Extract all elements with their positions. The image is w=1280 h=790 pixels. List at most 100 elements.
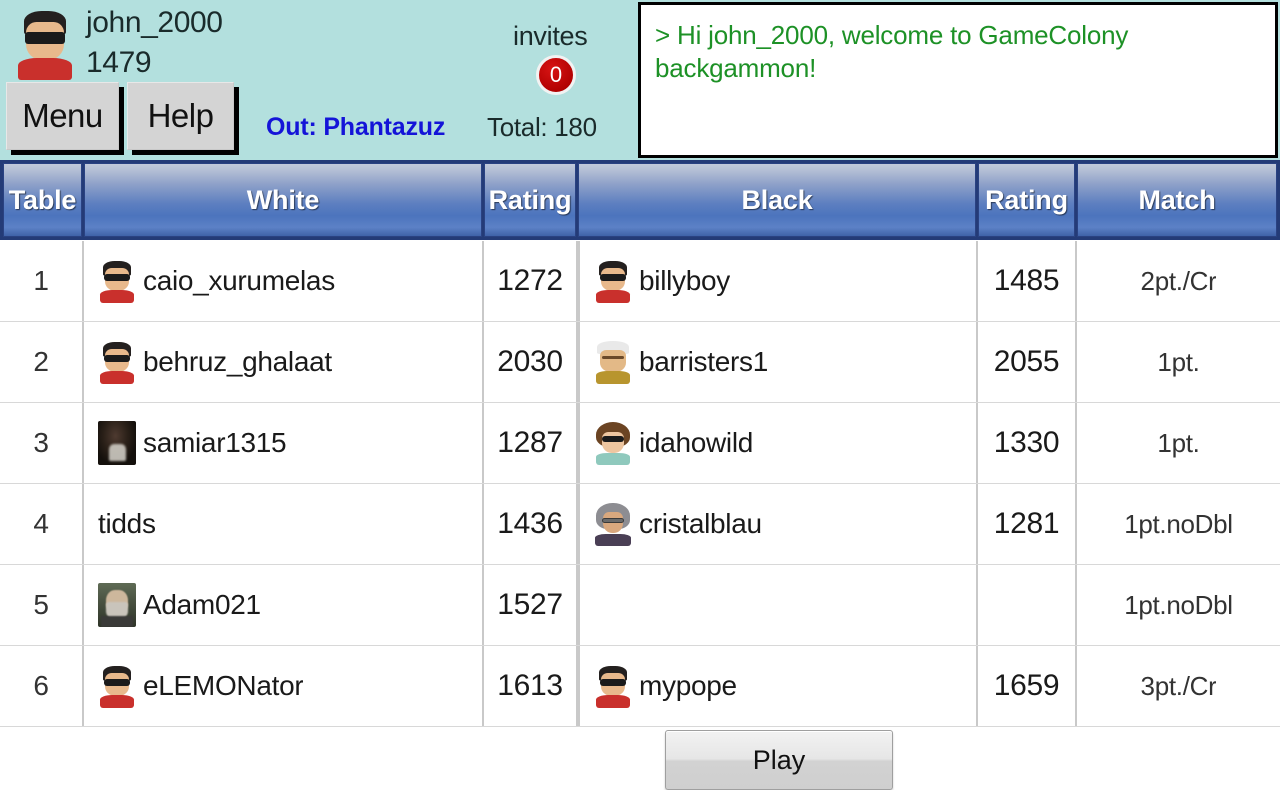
cell-text: 2pt./Cr (1140, 265, 1217, 296)
cell-white-rating[interactable]: 1613 (484, 646, 578, 726)
dude-sunglasses-avatar (594, 664, 632, 708)
cell-text: 3 (33, 427, 49, 458)
cell-table[interactable]: 2 (0, 322, 82, 402)
cell-text: 2055 (993, 345, 1060, 378)
play-button[interactable]: Play (665, 730, 893, 790)
cell-match[interactable]: 1pt. (1077, 403, 1280, 483)
cell-match[interactable]: 1pt.noDbl (1077, 484, 1280, 564)
cell-text: 1272 (497, 264, 563, 297)
cell-text: 1527 (497, 588, 563, 621)
cell-text: 2 (33, 346, 49, 377)
dude-sunglasses-avatar (98, 259, 136, 303)
current-username: john_2000 (86, 6, 223, 39)
cell-text: 1281 (993, 507, 1060, 540)
cell-white-rating[interactable]: 1527 (484, 565, 578, 645)
cell-text: tidds (98, 508, 156, 539)
user-info-block: john_2000 1479 (8, 4, 478, 84)
table-row[interactable]: 1 caio_xurumelas 1272 billyboy 1485 2pt./Cr (0, 241, 1280, 322)
cell-match[interactable]: 2pt./Cr (1077, 241, 1280, 321)
top-status-bar: john_2000 1479 Menu Help Out: Phantazuz … (0, 0, 1280, 160)
cell-black-rating[interactable]: 1330 (978, 403, 1077, 483)
cell-white[interactable]: samiar1315 (82, 403, 484, 483)
cell-match[interactable]: 1pt.noDbl (1077, 565, 1280, 645)
cell-text: 1 (33, 265, 49, 296)
table-header-row: Table White Rating Black Rating Match (0, 160, 1280, 240)
cell-text: 1436 (497, 507, 563, 540)
chat-panel[interactable]: > Hi john_2000, welcome to GameColony ba… (638, 2, 1278, 158)
column-header-match[interactable]: Match (1077, 163, 1277, 237)
table-row[interactable]: 6 eLEMONator 1613 mypope 1659 3pt./Cr (0, 646, 1280, 727)
table-row[interactable]: 3 samiar1315 1287 idahowild 1330 1pt. (0, 403, 1280, 484)
cell-text: billyboy (639, 265, 730, 296)
cell-black[interactable]: billyboy (578, 241, 978, 321)
cell-text: behruz_ghalaat (143, 346, 332, 377)
cell-white-rating[interactable]: 1436 (484, 484, 578, 564)
cell-text: 1pt.noDbl (1124, 589, 1233, 620)
total-players-label: Total: 180 (487, 112, 597, 142)
gray-woman-avatar (594, 502, 632, 546)
cell-text: 1pt.noDbl (1124, 508, 1233, 539)
cell-text: 1485 (993, 264, 1060, 297)
chat-message: > Hi john_2000, welcome to GameColony ba… (655, 20, 1129, 84)
cell-text: cristalblau (639, 508, 762, 539)
photo-man-avatar (98, 583, 136, 627)
cell-black[interactable]: cristalblau (578, 484, 978, 564)
column-header-black[interactable]: Black (578, 163, 976, 237)
cell-text: Adam021 (143, 589, 261, 620)
cell-table[interactable]: 6 (0, 646, 82, 726)
cell-black-rating[interactable]: 1281 (978, 484, 1077, 564)
cell-black[interactable]: idahowild (578, 403, 978, 483)
table-row[interactable]: 2 behruz_ghalaat 2030 barristers1 2055 1pt. (0, 322, 1280, 403)
invites-count-badge[interactable]: 0 (536, 55, 576, 95)
out-player-label[interactable]: Out: Phantazuz (266, 113, 445, 142)
cell-white[interactable]: tidds (82, 484, 484, 564)
photo-dark-avatar (98, 421, 136, 465)
cell-white[interactable]: Adam021 (82, 565, 484, 645)
cell-white[interactable]: behruz_ghalaat (82, 322, 484, 402)
cell-white-rating[interactable]: 1287 (484, 403, 578, 483)
cell-text: 1330 (993, 426, 1060, 459)
cell-match[interactable]: 1pt. (1077, 322, 1280, 402)
table-row[interactable]: 4 tidds 1436 cristalblau 1281 1pt.noDbl (0, 484, 1280, 565)
cell-black-rating[interactable]: 1659 (978, 646, 1077, 726)
cell-text: 5 (33, 589, 49, 620)
current-user-rating: 1479 (86, 46, 152, 79)
cell-black-rating[interactable]: 1485 (978, 241, 1077, 321)
cell-text: 1659 (993, 669, 1060, 702)
cell-black[interactable] (578, 565, 978, 645)
cell-table[interactable]: 3 (0, 403, 82, 483)
cell-table[interactable]: 5 (0, 565, 82, 645)
cell-white-rating[interactable]: 2030 (484, 322, 578, 402)
cell-black[interactable]: mypope (578, 646, 978, 726)
cell-white-rating[interactable]: 1272 (484, 241, 578, 321)
column-header-black-rating[interactable]: Rating (978, 163, 1075, 237)
cap-man-avatar (594, 340, 632, 384)
cell-black-rating[interactable]: 2055 (978, 322, 1077, 402)
cell-text: 1287 (497, 426, 563, 459)
cell-text: 4 (33, 508, 49, 539)
column-header-table[interactable]: Table (3, 163, 82, 237)
cell-table[interactable]: 1 (0, 241, 82, 321)
cell-text: 1pt. (1157, 427, 1200, 458)
column-header-white-rating[interactable]: Rating (484, 163, 576, 237)
table-row[interactable]: 5 Adam021 1527 1pt.noDbl (0, 565, 1280, 646)
cell-black[interactable]: barristers1 (578, 322, 978, 402)
cell-text: mypope (639, 670, 737, 701)
cell-white[interactable]: eLEMONator (82, 646, 484, 726)
cell-black-rating[interactable] (978, 565, 1077, 645)
cell-text: 1pt. (1157, 346, 1200, 377)
cell-white[interactable]: caio_xurumelas (82, 241, 484, 321)
cell-text: caio_xurumelas (143, 265, 335, 296)
dude-sunglasses-avatar (98, 664, 136, 708)
dude-sunglasses-avatar (594, 259, 632, 303)
dude-sunglasses-avatar (16, 8, 74, 80)
cell-text: barristers1 (639, 346, 768, 377)
help-button[interactable]: Help (127, 82, 234, 150)
cell-text: 2030 (497, 345, 563, 378)
menu-button[interactable]: Menu (6, 82, 119, 150)
cell-table[interactable]: 4 (0, 484, 82, 564)
games-table: Table White Rating Black Rating Match 1 c… (0, 160, 1280, 790)
cell-text: samiar1315 (143, 427, 287, 458)
column-header-white[interactable]: White (84, 163, 482, 237)
cell-match[interactable]: 3pt./Cr (1077, 646, 1280, 726)
